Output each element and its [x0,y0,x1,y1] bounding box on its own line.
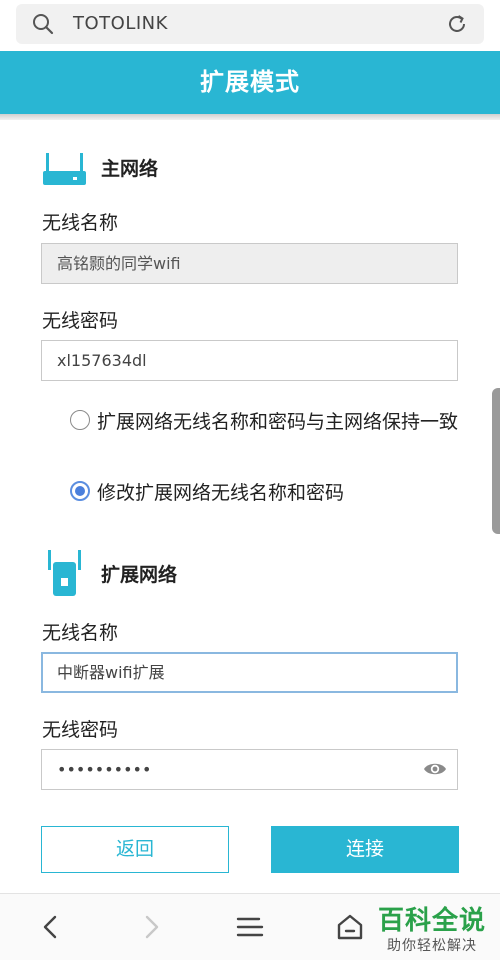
back-arrow-icon[interactable] [36,912,66,942]
browser-bar: TOTOLINK [0,0,500,50]
extend-ssid-label: 无线名称 [42,622,119,644]
address-bar[interactable]: TOTOLINK [16,4,484,44]
home-icon[interactable] [335,912,365,942]
main-network-title: 主网络 [101,157,159,180]
option-keep-same-label: 扩展网络无线名称和密码与主网络保持一致 [97,411,459,433]
extend-password-field[interactable]: •••••••••• [41,749,458,790]
eye-icon[interactable] [423,758,447,780]
extend-ssid-field[interactable]: 中断器wifi扩展 [41,652,458,693]
radio-keep-same[interactable] [70,410,90,430]
bottom-nav: 百科全说 助你轻松解决 [0,893,500,960]
repeater-icon [48,550,81,596]
watermark-logo: 百科全说 助你轻松解决 [378,900,486,955]
radio-modify[interactable] [70,481,90,501]
watermark-subtitle: 助你轻松解决 [386,938,477,954]
main-network-section-title: 主网络 [42,147,158,187]
back-button[interactable]: 返回 [41,826,229,873]
option-modify-label: 修改扩展网络无线名称和密码 [97,482,345,504]
scroll-handle[interactable] [492,388,500,534]
extend-network-title: 扩展网络 [101,563,178,586]
reload-icon[interactable] [446,13,468,35]
main-ssid-field[interactable]: 高铭颢的同学wifi [41,243,458,284]
header-divider [0,114,500,120]
extend-password-label: 无线密码 [42,719,119,741]
router-icon [43,153,86,185]
main-password-field[interactable]: xl157634dl [41,340,458,381]
extend-password-value: •••••••••• [57,760,152,779]
url-text[interactable]: TOTOLINK [73,13,168,34]
search-icon[interactable] [32,13,54,35]
extend-network-section-title: 扩展网络 [42,550,178,596]
forward-arrow-icon[interactable] [136,912,166,942]
connect-button[interactable]: 连接 [271,826,459,873]
page-title: 扩展模式 [0,51,500,114]
watermark-title: 百科全说 [377,906,486,936]
main-password-label: 无线密码 [42,310,119,332]
main-ssid-label: 无线名称 [42,212,119,234]
option-modify[interactable]: 修改扩展网络无线名称和密码 [70,477,460,509]
menu-icon[interactable] [235,912,265,942]
option-keep-same[interactable]: 扩展网络无线名称和密码与主网络保持一致 [70,406,460,438]
